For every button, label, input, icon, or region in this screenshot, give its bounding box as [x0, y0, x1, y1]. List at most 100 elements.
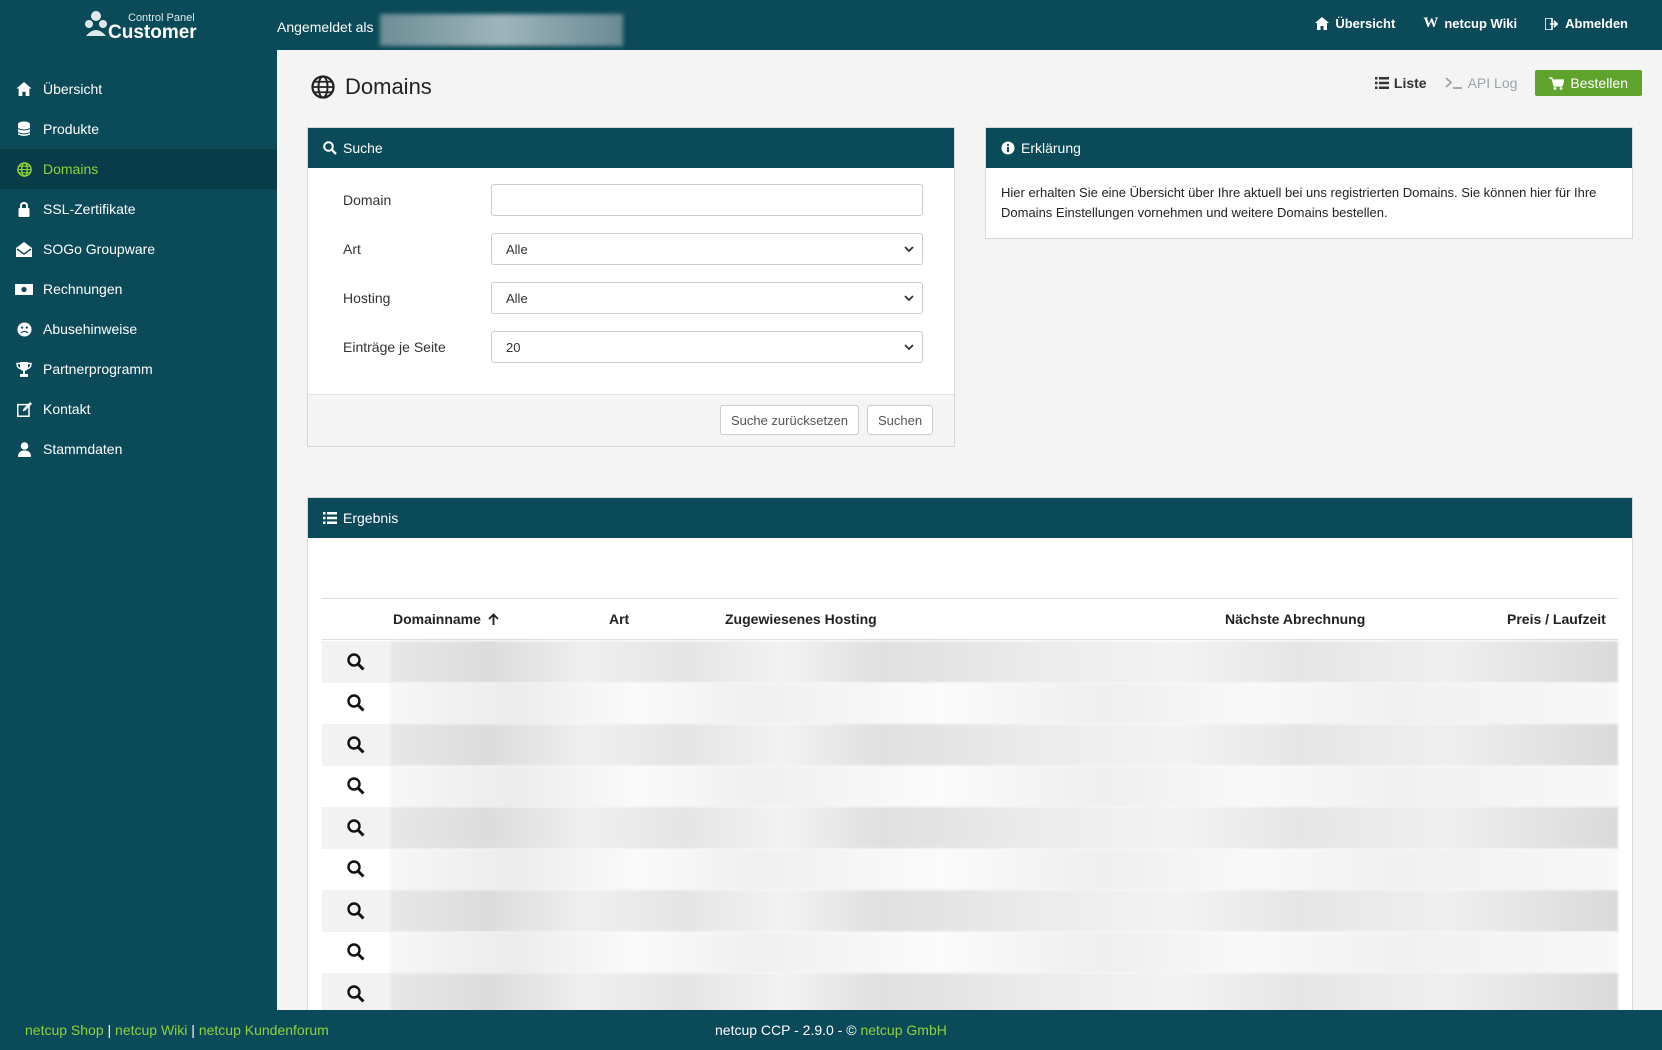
- column-header-type[interactable]: Art: [609, 611, 629, 627]
- page-title: Domains: [311, 74, 432, 100]
- table-row: [322, 973, 1618, 1015]
- details-button[interactable]: [322, 973, 390, 1015]
- top-nav-wiki-label: netcup Wiki: [1444, 16, 1518, 31]
- sidebar-item-sogo[interactable]: SOGo Groupware: [0, 229, 277, 269]
- details-button[interactable]: [322, 683, 390, 725]
- order-button[interactable]: Bestellen: [1535, 70, 1642, 96]
- redacted-row-content: [390, 807, 1618, 849]
- search-panel-footer: Suche zurücksetzen Suchen: [308, 394, 954, 446]
- frown-icon: [15, 320, 33, 338]
- envelope-open-icon: [15, 240, 33, 258]
- edit-icon: [15, 400, 33, 418]
- sort-ascending-arrow-icon: [488, 613, 499, 625]
- sidebar-item-domains[interactable]: Domains: [0, 149, 277, 189]
- magnifier-icon: [347, 902, 365, 920]
- list-view-label: Liste: [1393, 75, 1427, 91]
- details-button[interactable]: [322, 932, 390, 974]
- redacted-row-content: [390, 973, 1618, 1015]
- hosting-select[interactable]: Alle: [491, 282, 923, 314]
- redacted-row-content: [390, 890, 1618, 932]
- domain-field-label: Domain: [343, 192, 392, 208]
- details-button[interactable]: [322, 849, 390, 891]
- top-nav-overview[interactable]: Übersicht: [1315, 15, 1395, 32]
- sidebar-item-label: Partnerprogramm: [43, 361, 153, 377]
- footer-separator: |: [107, 1022, 112, 1038]
- top-nav-wiki[interactable]: W netcup Wiki: [1423, 15, 1517, 32]
- api-log-button[interactable]: API Log: [1444, 75, 1518, 91]
- sidebar-item-label: Domains: [43, 161, 99, 177]
- magnifier-icon: [347, 777, 365, 795]
- money-bill-icon: [15, 280, 33, 298]
- type-select[interactable]: Alle: [491, 233, 923, 265]
- footer-link-shop[interactable]: netcup Shop: [25, 1022, 104, 1038]
- details-button[interactable]: [322, 890, 390, 932]
- details-button[interactable]: [322, 724, 390, 766]
- search-button[interactable]: Suchen: [867, 405, 933, 435]
- type-select-value: Alle: [506, 241, 528, 257]
- explanation-panel-header: Erklärung: [986, 128, 1632, 168]
- table-header: Domainname Art Zugewiesenes Hosting Näch…: [322, 598, 1618, 640]
- result-panel-header: Ergebnis: [308, 498, 1632, 538]
- sidebar-item-invoices[interactable]: Rechnungen: [0, 269, 277, 309]
- sidebar-item-partner[interactable]: Partnerprogramm: [0, 349, 277, 389]
- column-header-next-billing[interactable]: Nächste Abrechnung: [1225, 611, 1365, 627]
- table-row: [322, 724, 1618, 766]
- result-panel-title: Ergebnis: [343, 510, 399, 526]
- top-bar: Control Panel Customer Angemeldet als Üb…: [0, 0, 1662, 50]
- footer-company-link[interactable]: netcup GmbH: [860, 1022, 946, 1038]
- list-icon: [1374, 77, 1389, 89]
- user-icon: [15, 440, 33, 458]
- table-row: [322, 931, 1618, 974]
- magnifier-icon: [347, 653, 365, 671]
- globe-icon: [311, 75, 335, 99]
- footer-link-forum[interactable]: netcup Kundenforum: [199, 1022, 329, 1038]
- sidebar-item-contact[interactable]: Kontakt: [0, 389, 277, 429]
- hosting-select-value: Alle: [506, 290, 528, 306]
- per-page-field-row: Einträge je Seite 20: [343, 331, 923, 363]
- per-page-select[interactable]: 20: [491, 331, 923, 363]
- details-button[interactable]: [322, 641, 390, 683]
- info-circle-icon: [1001, 141, 1015, 155]
- column-header-price[interactable]: Preis / Laufzeit: [1507, 611, 1606, 627]
- page-actions: Liste API Log Bestellen: [1374, 70, 1642, 96]
- database-icon: [15, 120, 33, 138]
- trophy-icon: [15, 360, 33, 378]
- logged-in-label: Angemeldet als: [277, 19, 374, 35]
- footer-link-wiki[interactable]: netcup Wiki: [115, 1022, 187, 1038]
- hosting-field-label: Hosting: [343, 290, 391, 306]
- table-row: [322, 848, 1618, 891]
- details-button[interactable]: [322, 766, 390, 808]
- customer-control-panel-logo[interactable]: Control Panel Customer: [84, 10, 204, 43]
- sidebar-item-abuse[interactable]: Abusehinweise: [0, 309, 277, 349]
- column-header-hosting[interactable]: Zugewiesenes Hosting: [725, 611, 877, 627]
- sidebar-item-label: Kontakt: [43, 401, 91, 417]
- column-header-domain[interactable]: Domainname: [393, 611, 499, 627]
- home-icon: [1315, 17, 1330, 30]
- api-log-label: API Log: [1467, 75, 1518, 91]
- domain-field[interactable]: [491, 184, 923, 216]
- details-button[interactable]: [322, 807, 390, 849]
- list-view-button[interactable]: Liste: [1374, 75, 1427, 91]
- search-icon: [323, 141, 337, 155]
- wikipedia-icon: W: [1423, 15, 1439, 31]
- explanation-panel: Erklärung Hier erhalten Sie eine Übersic…: [985, 127, 1633, 239]
- footer-links: netcup Shop | netcup Wiki | netcup Kunde…: [25, 1022, 329, 1038]
- footer-copyright: netcup CCP - 2.9.0 - © netcup GmbH: [715, 1022, 947, 1038]
- sidebar-item-overview[interactable]: Übersicht: [0, 69, 277, 109]
- table-row: [322, 890, 1618, 932]
- type-field-label: Art: [343, 241, 361, 257]
- search-panel: Suche Domain Art Alle Hosting Alle Eintr…: [307, 127, 955, 447]
- globe-icon: [15, 160, 33, 178]
- reset-search-button[interactable]: Suche zurücksetzen: [720, 405, 859, 435]
- sidebar-item-master-data[interactable]: Stammdaten: [0, 429, 277, 469]
- page-title-text: Domains: [345, 74, 432, 99]
- list-icon: [323, 512, 337, 524]
- sidebar-item-label: Übersicht: [43, 81, 103, 97]
- magnifier-icon: [347, 736, 365, 754]
- redacted-row-content: [390, 765, 1618, 807]
- top-nav-logout[interactable]: Abmelden: [1545, 15, 1628, 32]
- sidebar: Übersicht Produkte Domains SSL-Zertifika…: [0, 50, 277, 1010]
- sidebar-item-ssl[interactable]: SSL-Zertifikate: [0, 189, 277, 229]
- sidebar-item-products[interactable]: Produkte: [0, 109, 277, 149]
- search-panel-title: Suche: [343, 140, 383, 156]
